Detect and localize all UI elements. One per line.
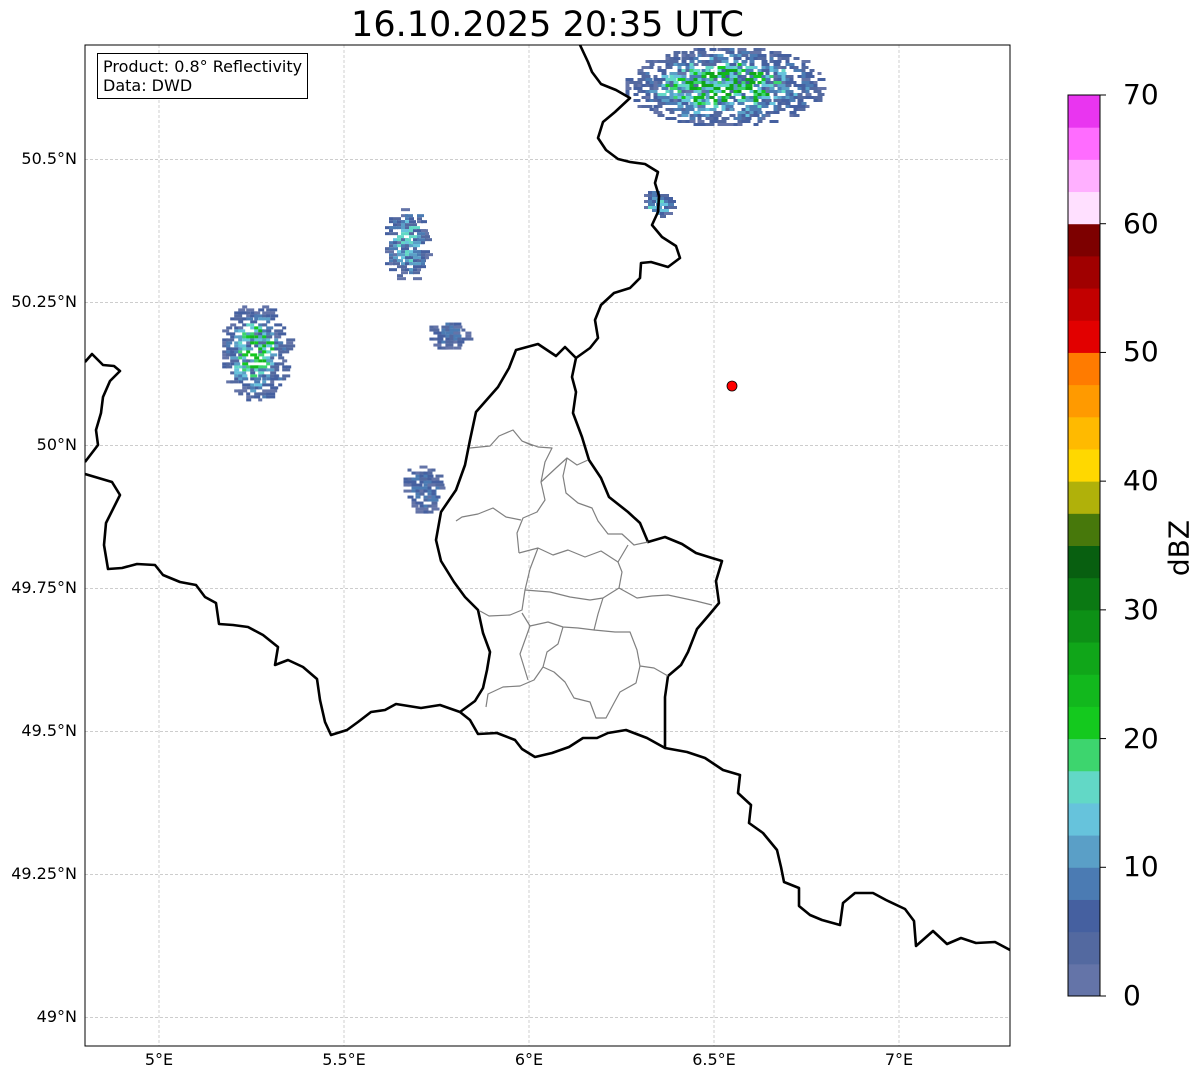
border-belgium-france: [85, 472, 461, 737]
radar-echoes: [222, 48, 827, 514]
border-belgium-netherlands: [85, 352, 122, 463]
border-luxembourg: [434, 342, 724, 759]
data-source-label: Data: DWD: [103, 76, 193, 95]
map-gridlines: [85, 45, 1010, 1046]
colorbar-segment: [1068, 738, 1100, 772]
colorbar-tick-label: 60: [1123, 206, 1159, 240]
colorbar-segment: [1068, 674, 1100, 707]
echo-area: [385, 208, 433, 281]
colorbar-segment: [1068, 352, 1100, 386]
echo-area: [403, 465, 446, 514]
lat-tick-label: 49.25°N: [11, 864, 77, 884]
colorbar-segment: [1068, 706, 1100, 740]
colorbar-segment: [1068, 95, 1100, 128]
colorbar-segment: [1068, 481, 1100, 514]
echo-area: [429, 322, 474, 350]
colorbar-segment: [1068, 384, 1100, 418]
lon-tick-label: 7°E: [884, 1050, 914, 1069]
colorbar-segment: [1068, 288, 1100, 321]
colorbar-tick-label: 30: [1123, 592, 1159, 626]
country-borders: [85, 45, 1010, 952]
colorbar-segment: [1068, 127, 1100, 160]
colorbar-unit-label: dBZ: [1162, 519, 1196, 577]
lat-tick-label: 49.75°N: [11, 578, 77, 598]
colorbar-segment: [1068, 963, 1100, 997]
lat-tick-label: 50°N: [36, 435, 77, 455]
colorbar-segment: [1068, 867, 1100, 900]
colorbar-segment: [1068, 642, 1100, 675]
colorbar-segment: [1068, 320, 1100, 353]
colorbar-segment: [1068, 931, 1100, 965]
colorbar-segment: [1068, 223, 1100, 257]
colorbar-segment: [1068, 513, 1100, 546]
border-france-germany: [664, 746, 1010, 952]
echo-area: [222, 305, 296, 402]
colorbar-segment: [1068, 416, 1100, 450]
colorbar-segment: [1068, 577, 1100, 611]
product-info-box: Product: 0.8° Reflectivity Data: DWD: [97, 53, 309, 99]
colorbar-segment: [1068, 255, 1100, 289]
lat-tick-label: 50.25°N: [11, 292, 77, 312]
colorbar-tick-label: 70: [1123, 78, 1159, 111]
canton-borders: [455, 429, 713, 719]
colorbar-segment: [1068, 191, 1100, 225]
echo-area: [625, 48, 827, 126]
colorbar-segment: [1068, 899, 1100, 933]
colorbar-segment: [1068, 835, 1100, 868]
colorbar-segment: [1068, 802, 1100, 836]
lon-tick-label: 5°E: [144, 1050, 174, 1069]
colorbar-segment: [1068, 448, 1100, 482]
lat-tick-label: 49°N: [36, 1007, 77, 1027]
product-label: Product: 0.8° Reflectivity: [103, 57, 303, 76]
colorbar: [1067, 94, 1106, 997]
colorbar-segment: [1068, 159, 1100, 193]
colorbar-tick-label: 40: [1123, 464, 1159, 498]
lon-tick-label: 5.5°E: [322, 1050, 366, 1069]
colorbar-segment: [1068, 609, 1100, 643]
colorbar-segment: [1068, 545, 1100, 579]
lat-tick-label: 49.5°N: [21, 721, 77, 741]
map-frame: [84, 44, 1011, 1047]
colorbar-tick-label: 10: [1123, 850, 1159, 884]
lat-tick-label: 50.5°N: [21, 149, 77, 169]
lon-tick-label: 6.5°E: [692, 1050, 736, 1069]
colorbar-tick-label: 20: [1123, 721, 1159, 755]
lon-tick-label: 6°E: [514, 1050, 544, 1069]
radar-map: [84, 44, 1106, 1047]
colorbar-tick-label: 50: [1123, 335, 1159, 369]
colorbar-segment: [1068, 770, 1100, 804]
radar-site-marker: [726, 380, 738, 392]
echo-area: [644, 191, 677, 218]
colorbar-tick-label: 0: [1123, 979, 1141, 1012]
